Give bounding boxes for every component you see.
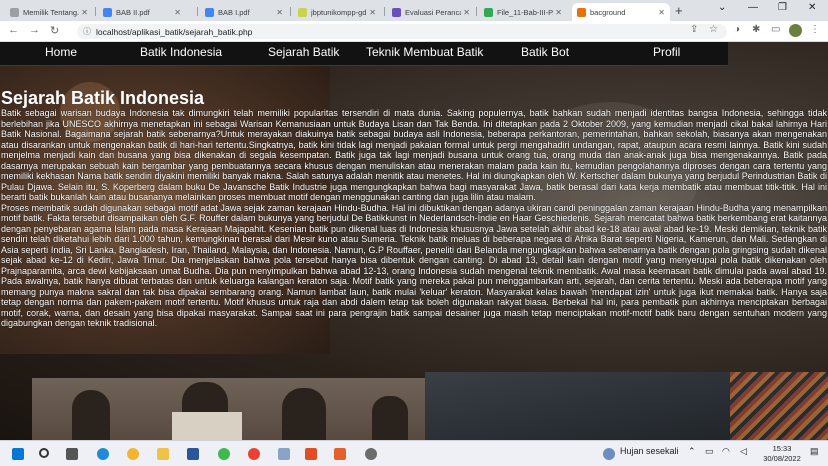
forward-arrow-icon[interactable]: →: [29, 24, 40, 36]
xampp-icon[interactable]: [334, 448, 346, 460]
xampp-app-icon[interactable]: [278, 448, 290, 460]
share-icon[interactable]: ⇪: [690, 24, 698, 35]
browser-tab[interactable]: BAB I.pdf ✕: [200, 3, 288, 21]
restore-icon[interactable]: ❐: [778, 2, 787, 13]
tab-separator: [476, 7, 477, 16]
browser-tab[interactable]: jbptunikompp-gd... ✕: [293, 3, 381, 21]
nav-item-profil[interactable]: Profil: [653, 45, 680, 59]
background-historic-photo: [32, 378, 425, 440]
reload-icon[interactable]: ↻: [50, 24, 59, 37]
tab-favicon-icon: [10, 7, 19, 17]
browser-tab[interactable]: Evaluasi Peranca... ✕: [387, 3, 475, 21]
tab-close-icon[interactable]: ✕: [81, 8, 88, 17]
nav-item-batik-bot[interactable]: Batik Bot: [521, 45, 569, 59]
browser-toolbar: ← → ↻ ⓘ localhost/aplikasi_batik/sejarah…: [0, 21, 828, 42]
url-text: localhost/aplikasi_batik/sejarah_batik.p…: [96, 26, 253, 37]
tray-chevron-up-icon[interactable]: ⌃: [688, 446, 696, 457]
nav-item-home[interactable]: Home: [45, 45, 77, 59]
color-wheel-extension-icon[interactable]: ◑: [734, 24, 740, 35]
acrobat-icon[interactable]: [305, 448, 317, 460]
chrome-browser-icon[interactable]: [127, 448, 139, 460]
task-view-icon[interactable]: [66, 448, 78, 460]
weather-text[interactable]: Hujan sesekali: [620, 446, 679, 456]
taskbar-clock[interactable]: 15:33 30/08/2022: [762, 444, 802, 464]
back-arrow-icon[interactable]: ←: [8, 24, 19, 36]
browser-tab-active[interactable]: bacground ✕: [572, 3, 670, 21]
background-batik-pattern: [730, 372, 828, 440]
nav-item-teknik-membuat-batik[interactable]: Teknik Membuat Batik: [366, 45, 483, 59]
clock-date: 30/08/2022: [763, 454, 801, 463]
sidebar-panel-icon[interactable]: ▭: [771, 24, 780, 35]
file-explorer-icon[interactable]: [157, 448, 169, 460]
whatsapp-icon[interactable]: [218, 448, 230, 460]
tab-close-icon[interactable]: ✕: [463, 8, 470, 17]
browser-tab-strip: Memilik Tentang... ✕ BAB II.pdf ✕ BAB I.…: [0, 0, 828, 21]
volume-icon[interactable]: ◁: [740, 446, 747, 457]
nav-item-batik-indonesia[interactable]: Batik Indonesia: [140, 45, 222, 59]
more-menu-icon[interactable]: ⋮: [810, 24, 820, 35]
tab-close-icon[interactable]: ✕: [369, 8, 376, 17]
windows-start-icon[interactable]: [12, 448, 24, 460]
pdf-favicon-icon: [103, 7, 112, 17]
article-paragraph: Proses membatik sudah digunakan sebagai …: [1, 202, 827, 329]
tab-separator: [95, 7, 96, 16]
nav-item-sejarah-batik[interactable]: Sejarah Batik: [268, 45, 339, 59]
browser-tab[interactable]: File_11-Bab-III-P... ✕: [479, 3, 567, 21]
tab-title: File_11-Bab-III-P...: [497, 7, 554, 17]
tab-title: Memilik Tentang...: [23, 7, 80, 17]
settings-gear-icon[interactable]: [365, 448, 377, 460]
search-icon[interactable]: [39, 448, 49, 458]
photo-figure: [372, 396, 408, 440]
tab-separator: [290, 7, 291, 16]
tab-title: BAB I.pdf: [218, 7, 250, 17]
photo-figure: [72, 390, 110, 440]
tab-close-icon[interactable]: ✕: [276, 8, 283, 17]
address-bar[interactable]: ⓘ localhost/aplikasi_batik/sejarah_batik…: [77, 24, 727, 39]
bookmark-star-icon[interactable]: ☆: [709, 24, 718, 35]
tab-close-icon[interactable]: ✕: [658, 8, 665, 17]
tab-favicon-icon: [577, 7, 586, 17]
tab-title: BAB II.pdf: [116, 7, 150, 17]
page-viewport: Home Batik Indonesia Sejarah Batik Tekni…: [0, 42, 828, 440]
site-nav-bar: Home Batik Indonesia Sejarah Batik Tekni…: [0, 42, 728, 66]
word-icon[interactable]: [187, 448, 199, 460]
tab-favicon-icon: [484, 7, 493, 17]
tab-title: Evaluasi Peranca...: [405, 7, 462, 17]
page-title: Sejarah Batik Indonesia: [1, 88, 205, 108]
tab-separator: [197, 7, 198, 16]
site-info-icon[interactable]: ⓘ: [83, 26, 91, 37]
minimize-icon[interactable]: —: [748, 2, 758, 13]
tab-separator: [384, 7, 385, 16]
profile-avatar[interactable]: [789, 24, 802, 37]
clock-time: 15:33: [772, 444, 792, 453]
tab-title: bacground: [590, 7, 626, 17]
tab-close-icon[interactable]: ✕: [555, 8, 562, 17]
tab-close-icon[interactable]: ✕: [174, 8, 181, 17]
tab-favicon-icon: [392, 7, 401, 17]
notification-icon[interactable]: ▤: [810, 446, 819, 457]
article-body: Batik sebagai warisan budaya Indonesia t…: [1, 108, 827, 378]
pdf-favicon-icon: [205, 7, 214, 17]
browser-tab[interactable]: Memilik Tentang... ✕: [5, 3, 93, 21]
wifi-icon[interactable]: ◠: [722, 446, 730, 457]
article-paragraph: Batik sebagai warisan budaya Indonesia t…: [1, 108, 827, 202]
weather-rain-icon[interactable]: [603, 448, 615, 460]
chrome-profile-icon[interactable]: [248, 448, 260, 460]
tab-favicon-icon: [298, 7, 307, 17]
windows-taskbar: Hujan sesekali ⌃ ▭ ◠ ◁ 15:33 30/08/2022 …: [0, 440, 828, 466]
battery-icon[interactable]: ▭: [705, 446, 714, 457]
tab-title: jbptunikompp-gd...: [311, 7, 368, 17]
photo-white-cloth: [172, 412, 242, 440]
new-tab-button[interactable]: +: [675, 3, 683, 18]
photo-figure: [282, 388, 326, 440]
edge-browser-icon[interactable]: [97, 448, 109, 460]
tab-search-chevron-down-icon[interactable]: ⌄: [718, 2, 726, 13]
browser-tab[interactable]: BAB II.pdf ✕: [98, 3, 186, 21]
extensions-puzzle-icon[interactable]: ✱: [752, 24, 760, 35]
close-window-icon[interactable]: ✕: [808, 2, 816, 13]
